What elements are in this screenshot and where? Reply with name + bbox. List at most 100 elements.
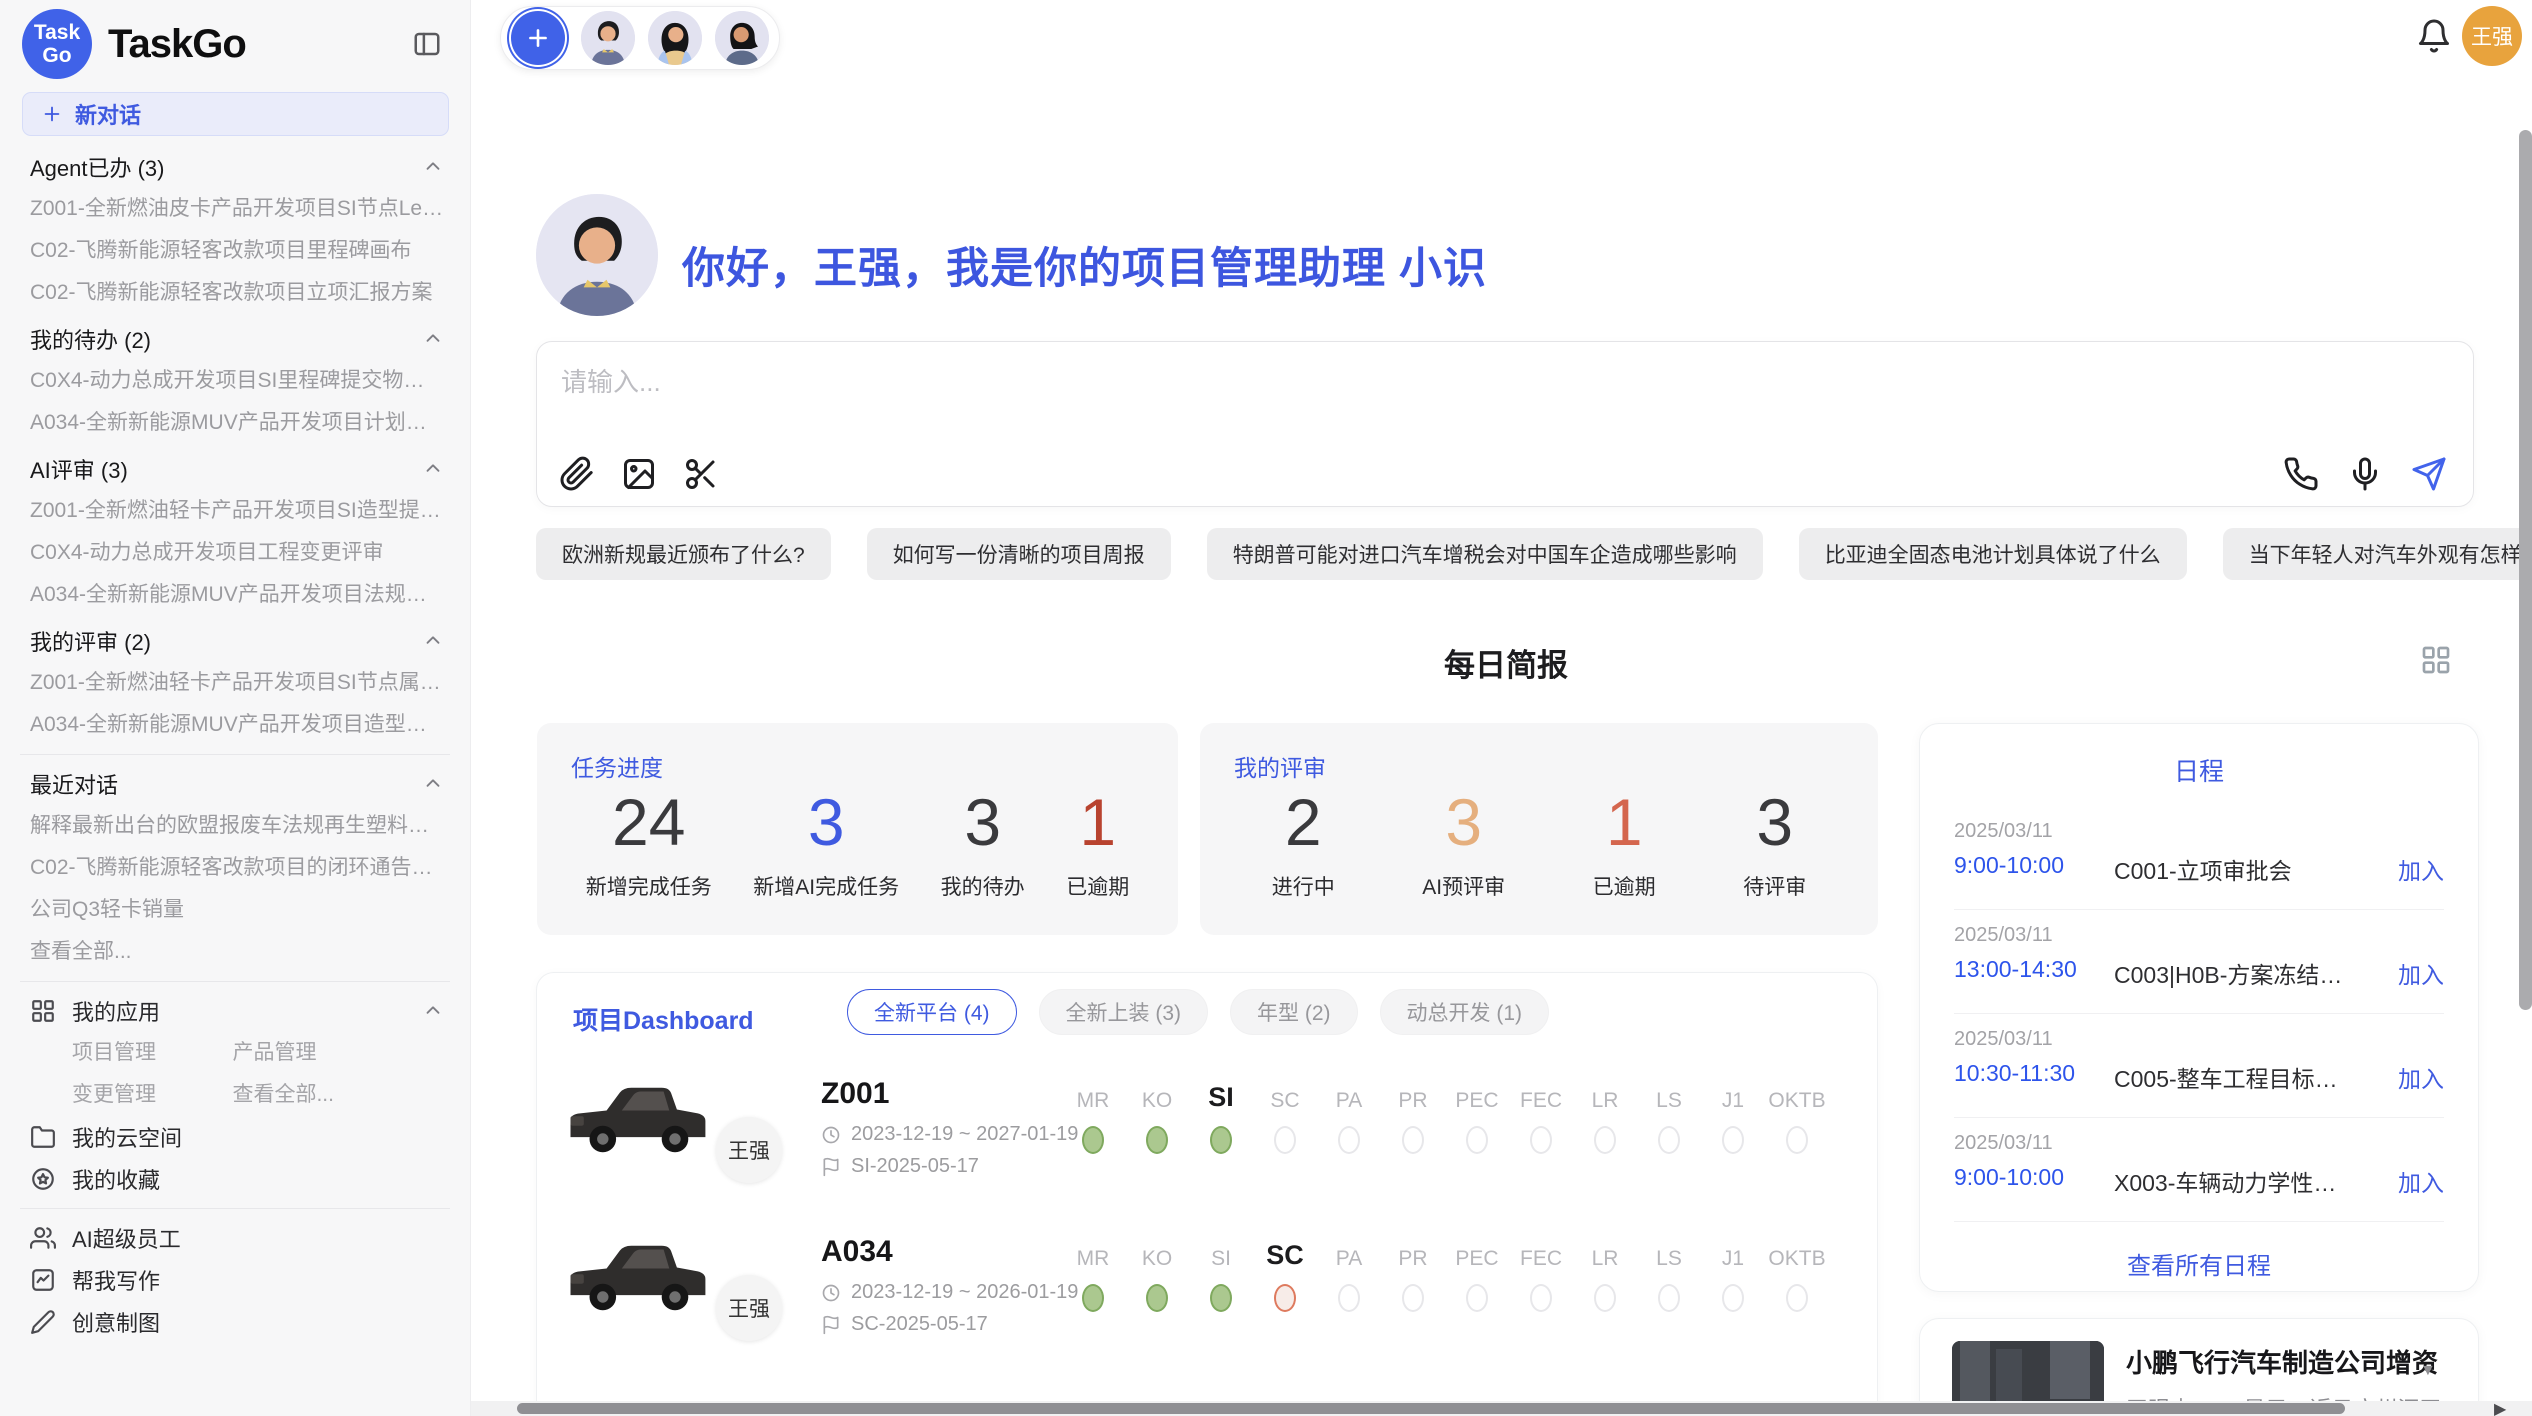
recent-chat-item-view-all[interactable]: 查看全部... (0, 931, 470, 973)
sidebar-item[interactable]: A034-全新新能源MUV产品开发项目计划变更表编写 (0, 402, 470, 444)
help-me-write-label: 帮我写作 (72, 1264, 160, 1296)
join-link[interactable]: 加入 (2398, 1060, 2444, 1094)
microphone-icon[interactable] (2347, 456, 2383, 492)
logo-line1: Task (34, 21, 80, 44)
avatar[interactable] (715, 11, 769, 65)
sidebar-item-my-apps[interactable]: 我的应用 (0, 990, 470, 1032)
truck-image (561, 1231, 713, 1325)
chevron-up-icon[interactable] (422, 156, 444, 178)
section-my-review[interactable]: 我的评审 (2) (0, 620, 470, 662)
phone-icon[interactable] (2283, 456, 2319, 492)
sidebar-item[interactable]: C02-飞腾新能源轻客改款项目里程碑画布 (0, 230, 470, 272)
milestone-dot (1722, 1126, 1744, 1154)
input-attachment-icons (559, 456, 719, 492)
sidebar-item[interactable]: A034-全新新能源MUV产品开发项目法规符合性评审 (0, 574, 470, 616)
sidebar-item[interactable]: Z001-全新燃油轻卡产品开发项目SI造型提交物评审 (0, 490, 470, 532)
assistant-avatar (536, 194, 658, 316)
app-item-product-mgmt[interactable]: 产品管理 (160, 1041, 316, 1064)
schedule-time: 13:00-14:30 (1954, 956, 2077, 983)
section-ai-review[interactable]: AI评审 (3) (0, 448, 470, 490)
recent-chat-item[interactable]: C02-飞腾新能源轻客改款项目的闭环通告反馈情况 (0, 847, 470, 889)
layout-grid-icon[interactable] (2420, 644, 2452, 676)
schedule-date: 2025/03/11 (1954, 1132, 2444, 1155)
chevron-up-icon[interactable] (422, 458, 444, 480)
sidebar-item-my-cloud[interactable]: 我的云空间 (0, 1116, 470, 1158)
sidebar-item[interactable]: C0X4-动力总成开发项目SI里程碑提交物检查 (0, 360, 470, 402)
new-chat-button[interactable]: 新对话 (22, 92, 449, 136)
app-item-view-all[interactable]: 查看全部... (160, 1083, 334, 1106)
schedule-time: 10:30-11:30 (1954, 1060, 2075, 1087)
send-icon[interactable] (2411, 456, 2447, 492)
chevron-up-icon[interactable] (422, 1000, 444, 1022)
milestone-dot (1658, 1126, 1680, 1154)
join-link[interactable]: 加入 (2398, 1164, 2444, 1198)
section-my-todo[interactable]: 我的待办 (2) (0, 318, 470, 360)
sidebar-item[interactable]: Z001-全新燃油皮卡产品开发项目SI节点Lesson Learn报告 (0, 188, 470, 230)
sidebar-item[interactable]: Z001-全新燃油轻卡产品开发项目SI节点属性5D文件评审 (0, 662, 470, 704)
chevron-up-icon[interactable] (422, 773, 444, 795)
chat-input[interactable] (561, 360, 2261, 404)
horizontal-scrollbar-track[interactable]: ▶ (471, 1401, 2532, 1416)
section-agent-done[interactable]: Agent已办 (3) (0, 146, 470, 188)
stat-new-done: 24 新增完成任务 (586, 785, 712, 901)
notification-bell-icon[interactable] (2416, 18, 2452, 54)
add-session-button[interactable] (511, 11, 565, 65)
milestone-dot (1530, 1284, 1552, 1312)
suggestion-chip[interactable]: 特朗普可能对进口汽车增税会对中国车企造成哪些影响 (1207, 528, 1763, 580)
taskgo-logo: Task Go (22, 9, 92, 79)
tab-model-year[interactable]: 年型 (2) (1230, 989, 1358, 1035)
scroll-down-indicator[interactable]: ▼ (2420, 1362, 2436, 1380)
paperclip-icon[interactable] (559, 456, 595, 492)
suggestion-chip[interactable]: 欧洲新规最近颁布了什么? (536, 528, 831, 580)
chat-input-box (536, 341, 2474, 507)
project-dates: 2023-12-19 ~ 2026-01-19 (821, 1281, 1078, 1304)
scroll-right-button[interactable]: ▶ (2494, 1399, 2506, 1416)
milestone-dot-done (1146, 1126, 1168, 1154)
avatar[interactable] (581, 11, 635, 65)
milestone-dot-done (1082, 1126, 1104, 1154)
logo-row: Task Go TaskGo (0, 0, 470, 76)
project-row[interactable]: 王强 Z001 2023-12-19 ~ 2027-01-19 SI-2025-… (537, 1073, 1877, 1233)
view-all-schedule-link[interactable]: 查看所有日程 (1920, 1246, 2478, 1281)
tab-new-body[interactable]: 全新上装 (3) (1039, 989, 1209, 1035)
suggestion-chip[interactable]: 当下年轻人对汽车外观有怎样的喜好趋势 (2223, 528, 2532, 580)
suggestion-chip[interactable]: 如何写一份清晰的项目周报 (867, 528, 1171, 580)
collapse-sidebar-icon[interactable] (410, 27, 444, 61)
divider (20, 1208, 450, 1209)
card-title: 我的评审 (1234, 749, 1326, 783)
project-row[interactable]: 王强 A034 2023-12-19 ~ 2026-01-19 SC-2025-… (537, 1231, 1877, 1391)
app-item-change-mgmt[interactable]: 变更管理 (0, 1083, 156, 1106)
app-title: TaskGo (108, 22, 410, 67)
image-icon[interactable] (621, 456, 657, 492)
schedule-time: 9:00-10:00 (1954, 1164, 2064, 1191)
suggestion-chip[interactable]: 比亚迪全固态电池计划具体说了什么 (1799, 528, 2187, 580)
sidebar-nav: Agent已办 (3) Z001-全新燃油皮卡产品开发项目SI节点Lesson … (0, 146, 470, 1343)
sidebar-item[interactable]: C0X4-动力总成开发项目工程变更评审 (0, 532, 470, 574)
chevron-up-icon[interactable] (422, 328, 444, 350)
recent-chat-item[interactable]: 公司Q3轻卡销量 (0, 889, 470, 931)
chevron-up-icon[interactable] (422, 630, 444, 652)
sidebar-item[interactable]: C02-飞腾新能源轻客改款项目立项汇报方案 (0, 272, 470, 314)
vertical-scrollbar[interactable] (2519, 130, 2532, 1010)
milestone-dot (1402, 1126, 1424, 1154)
user-avatar[interactable]: 王强 (2462, 6, 2522, 66)
sidebar-item-ai-super-staff[interactable]: AI超级员工 (0, 1217, 470, 1259)
schedule-date: 2025/03/11 (1954, 1028, 2444, 1051)
schedule-date: 2025/03/11 (1954, 924, 2444, 947)
horizontal-scrollbar-thumb[interactable] (517, 1403, 2345, 1414)
recent-chat-item[interactable]: 解释最新出台的欧盟报废车法规再生塑料比例被调至15%... (0, 805, 470, 847)
sidebar-item-help-me-write[interactable]: 帮我写作 (0, 1259, 470, 1301)
tab-new-platform[interactable]: 全新平台 (4) (847, 989, 1017, 1035)
tab-powertrain[interactable]: 动总开发 (1) (1380, 989, 1550, 1035)
join-link[interactable]: 加入 (2398, 956, 2444, 990)
milestone-dot (1530, 1126, 1552, 1154)
sidebar-item-creative-drawing[interactable]: 创意制图 (0, 1301, 470, 1343)
join-link[interactable]: 加入 (2398, 852, 2444, 886)
ai-super-staff-label: AI超级员工 (72, 1222, 181, 1254)
sidebar-item[interactable]: A034-全新新能源MUV产品开发项目造型可行性评审 (0, 704, 470, 746)
scissors-icon[interactable] (683, 456, 719, 492)
app-item-project-mgmt[interactable]: 项目管理 (0, 1041, 156, 1064)
sidebar-item-my-favorites[interactable]: 我的收藏 (0, 1158, 470, 1200)
section-recent-chats[interactable]: 最近对话 (0, 763, 470, 805)
avatar[interactable] (648, 11, 702, 65)
